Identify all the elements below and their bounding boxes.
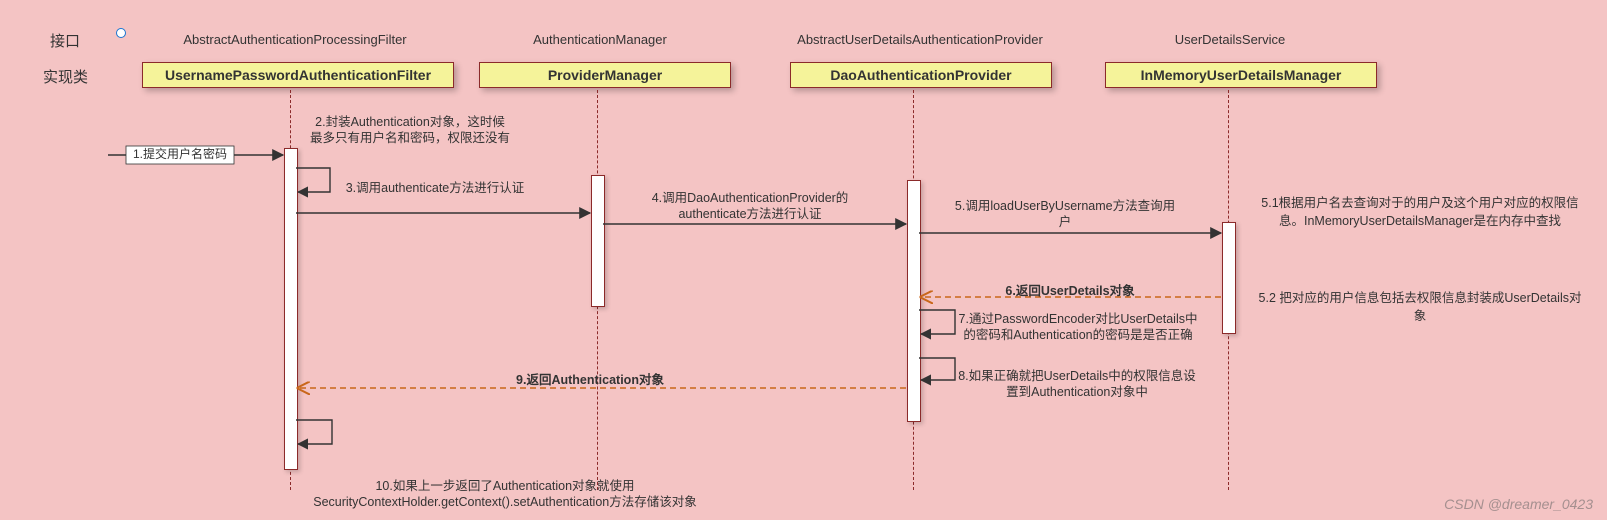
watermark: CSDN @dreamer_0423 <box>1444 496 1593 512</box>
lane2-interface-label: AuthenticationManager <box>510 32 690 47</box>
legend-interface-label: 接口 <box>50 30 80 51</box>
note-5-1: 5.1根据用户名去查询对于的用户及这个用户对应的权限信息。InMemoryUse… <box>1255 195 1585 230</box>
legend-interface-marker <box>116 28 126 38</box>
lane1-impl-box: UsernamePasswordAuthenticationFilter <box>142 62 454 88</box>
lane1-activation <box>284 148 298 470</box>
lane3-activation <box>907 180 921 422</box>
msg-7: 7.通过PasswordEncoder对比UserDetails中的密码和Aut… <box>958 311 1198 344</box>
note-5-2: 5.2 把对应的用户信息包括去权限信息封装成UserDetails对象 <box>1255 290 1585 325</box>
lane4-interface-label: UserDetailsService <box>1150 32 1310 47</box>
lane2-activation <box>591 175 605 307</box>
lane2-impl-box: ProviderManager <box>479 62 731 88</box>
msg-10: 10.如果上一步返回了Authentication对象就使用SecurityCo… <box>290 478 720 511</box>
msg-3: 3.调用authenticate方法进行认证 <box>345 180 525 196</box>
msg-4: 4.调用DaoAuthenticationProvider的authentica… <box>630 190 870 223</box>
lane3-impl-box: DaoAuthenticationProvider <box>790 62 1052 88</box>
msg-6: 6.返回UserDetails对象 <box>980 283 1160 299</box>
msg-5: 5.调用loadUserByUsername方法查询用户 <box>950 198 1180 231</box>
lane3-interface-label: AbstractUserDetailsAuthenticationProvide… <box>780 32 1060 47</box>
msg-1: 1.提交用户名密码 <box>128 147 232 163</box>
msg-8: 8.如果正确就把UserDetails中的权限信息设置到Authenticati… <box>952 368 1202 401</box>
msg-2: 2.封装Authentication对象，这时候最多只有用户名和密码，权限还没有 <box>310 114 510 147</box>
lane4-impl-box: InMemoryUserDetailsManager <box>1105 62 1377 88</box>
lane1-interface-label: AbstractAuthenticationProcessingFilter <box>170 32 420 47</box>
msg-9: 9.返回Authentication对象 <box>480 372 700 388</box>
lane4-activation <box>1222 222 1236 334</box>
legend-implementation-label: 实现类 <box>43 66 88 87</box>
